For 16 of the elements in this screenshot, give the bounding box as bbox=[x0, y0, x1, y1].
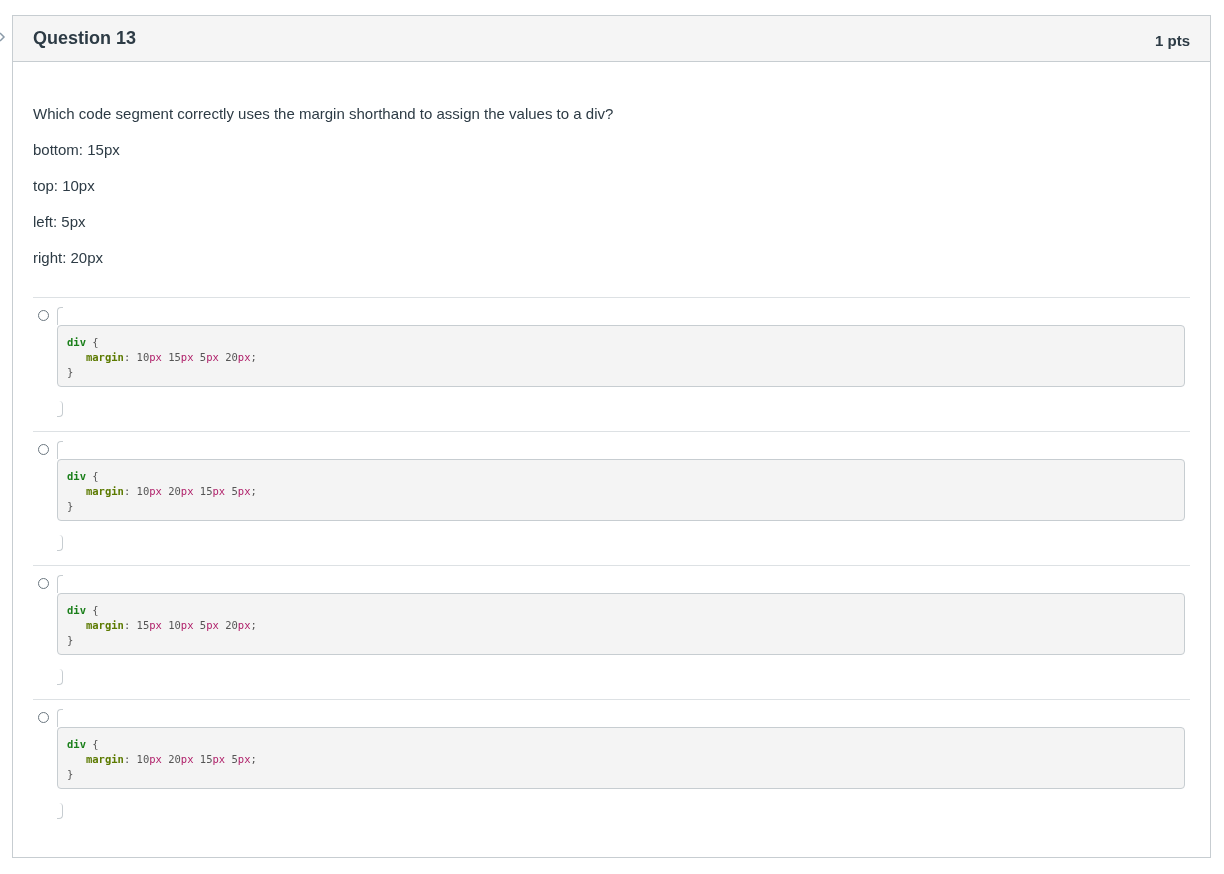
code-block: div { margin: 15px 10px 5px 20px; } bbox=[57, 592, 1185, 655]
empty-code-bracket bbox=[57, 307, 63, 325]
points-label: 1 pts bbox=[1155, 32, 1190, 49]
value-line: bottom: 15px bbox=[33, 140, 121, 159]
value-line: left: 5px bbox=[33, 212, 87, 231]
question-text: Which code segment correctly uses the margin shorthand to assign the values to a div? bbox=[33, 104, 615, 123]
empty-code-bracket bbox=[57, 575, 63, 593]
value-line: right: 20px bbox=[33, 248, 105, 267]
code-block: div { margin: 10px 15px 5px 20px; } bbox=[57, 324, 1185, 387]
chevron-icon[interactable] bbox=[0, 32, 6, 42]
code-block: div { margin: 10px 20px 15px 5px; } bbox=[57, 458, 1185, 521]
empty-code-bracket bbox=[57, 709, 63, 727]
value-line: top: 10px bbox=[33, 176, 96, 195]
question-title: Question 13 bbox=[33, 28, 137, 49]
empty-code-bracket bbox=[57, 441, 63, 459]
code-block: div { margin: 10px 20px 15px 5px; } bbox=[57, 726, 1185, 789]
